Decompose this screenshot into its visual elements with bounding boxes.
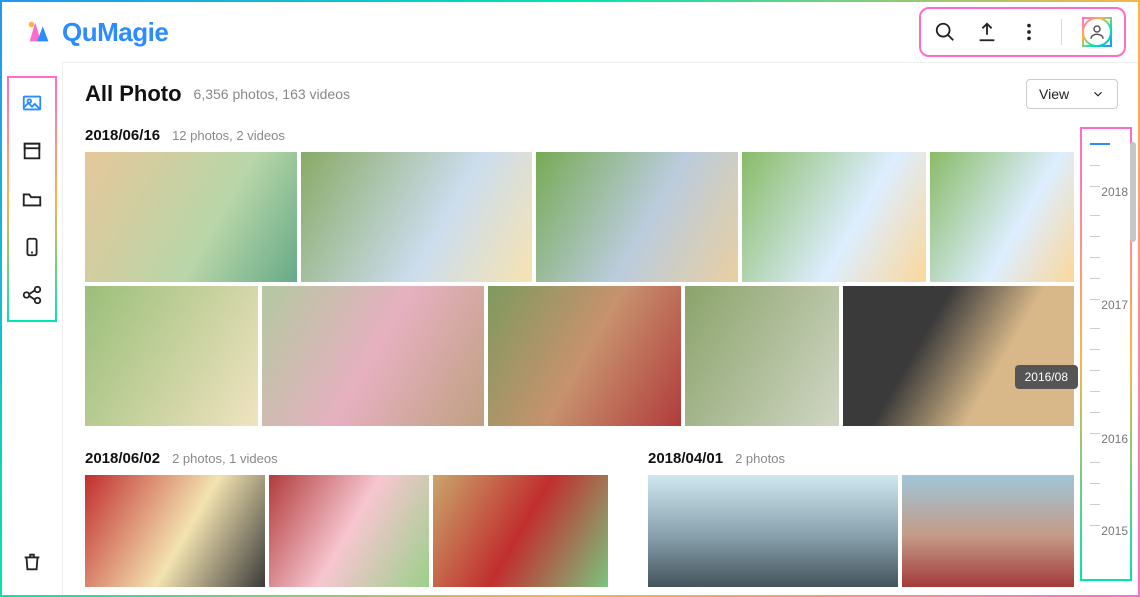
date-count: 2 photos, 1 videos: [172, 451, 278, 466]
view-label: View: [1039, 86, 1069, 102]
timeline-year[interactable]: 2018: [1101, 185, 1128, 199]
separator: [1061, 19, 1062, 45]
timeline-tick[interactable]: [1090, 165, 1100, 166]
sidebar: [2, 62, 62, 595]
logo-icon: [24, 17, 54, 47]
timeline-tick[interactable]: [1090, 257, 1100, 258]
search-icon[interactable]: [933, 20, 957, 44]
photo-scroll[interactable]: 2018/06/1612 photos, 2 videos2018/06/022…: [63, 113, 1074, 595]
photo-thumb[interactable]: [536, 152, 738, 282]
app-window: QuMagie: [0, 0, 1140, 597]
timeline[interactable]: 2018201720162015 2016/08: [1074, 113, 1138, 595]
timeline-tick[interactable]: [1090, 349, 1100, 350]
app-name: QuMagie: [62, 17, 168, 48]
app-logo[interactable]: QuMagie: [24, 17, 168, 48]
chevron-down-icon: [1091, 87, 1105, 101]
timeline-tick[interactable]: [1090, 278, 1100, 279]
photo-row: [85, 152, 1074, 282]
photo-thumb[interactable]: [85, 475, 265, 587]
sidebar-item-devices[interactable]: [17, 232, 47, 262]
photo-thumb[interactable]: [85, 286, 258, 426]
date-count: 2 photos: [735, 451, 785, 466]
timeline-year[interactable]: 2017: [1101, 298, 1128, 312]
timeline-tick[interactable]: [1090, 143, 1110, 145]
photo-thumb[interactable]: [85, 152, 297, 282]
photo-thumb[interactable]: [843, 286, 1074, 426]
date-label: 2018/06/02: [85, 450, 160, 467]
profile-button[interactable]: [1082, 17, 1112, 47]
photo-thumb[interactable]: [488, 286, 681, 426]
page-counts: 6,356 photos, 163 videos: [194, 86, 350, 102]
timeline-tick[interactable]: [1090, 433, 1100, 434]
timeline-tick[interactable]: [1090, 186, 1100, 187]
scrollbar[interactable]: [1130, 142, 1136, 242]
upload-icon[interactable]: [975, 20, 999, 44]
main: All Photo 6,356 photos, 163 videos View …: [62, 62, 1138, 595]
photo-row: [85, 475, 608, 587]
timeline-tooltip: 2016/08: [1015, 365, 1078, 389]
timeline-tick[interactable]: [1090, 215, 1100, 216]
sidebar-item-trash[interactable]: [17, 547, 47, 577]
more-icon[interactable]: [1017, 20, 1041, 44]
date-group: 2018/04/01 2 photos: [648, 444, 1074, 591]
photo-thumb[interactable]: [269, 475, 429, 587]
date-count: 12 photos, 2 videos: [172, 128, 285, 143]
timeline-tick[interactable]: [1090, 328, 1100, 329]
sidebar-item-folders[interactable]: [17, 184, 47, 214]
date-group: 2018/06/02 2 photos, 1 videos: [85, 444, 608, 591]
photo-thumb[interactable]: [685, 286, 839, 426]
page-title: All Photo: [85, 81, 182, 107]
sidebar-item-albums[interactable]: [17, 136, 47, 166]
photo-thumb[interactable]: [301, 152, 532, 282]
user-icon: [1088, 23, 1106, 41]
photo-row: [648, 475, 1074, 587]
timeline-tick[interactable]: [1090, 370, 1100, 371]
timeline-year[interactable]: 2016: [1101, 432, 1128, 446]
date-group: 2018/06/16 12 photos, 2 videos: [85, 127, 1074, 426]
titlebar: All Photo 6,356 photos, 163 videos View: [63, 62, 1138, 113]
timeline-tick[interactable]: [1090, 504, 1100, 505]
timeline-tick[interactable]: [1090, 462, 1100, 463]
sidebar-item-shared[interactable]: [17, 280, 47, 310]
timeline-tick[interactable]: [1090, 299, 1100, 300]
view-dropdown[interactable]: View: [1026, 79, 1118, 109]
timeline-tick[interactable]: [1090, 483, 1100, 484]
timeline-year[interactable]: 2015: [1101, 524, 1128, 538]
photo-thumb[interactable]: [433, 475, 608, 587]
header: QuMagie: [2, 2, 1138, 62]
sidebar-nav: [11, 80, 53, 318]
timeline-tick[interactable]: [1090, 391, 1100, 392]
timeline-tick[interactable]: [1090, 236, 1100, 237]
timeline-tick[interactable]: [1090, 412, 1100, 413]
timeline-tick[interactable]: [1090, 525, 1100, 526]
sidebar-item-photos[interactable]: [17, 88, 47, 118]
photo-row: [85, 286, 1074, 426]
date-label: 2018/06/16: [85, 127, 160, 144]
date-label: 2018/04/01: [648, 450, 723, 467]
header-actions: [923, 11, 1122, 53]
photo-thumb[interactable]: [742, 152, 925, 282]
photo-thumb[interactable]: [930, 152, 1075, 282]
photo-thumb[interactable]: [648, 475, 898, 587]
photo-thumb[interactable]: [262, 286, 484, 426]
photo-thumb[interactable]: [902, 475, 1074, 587]
